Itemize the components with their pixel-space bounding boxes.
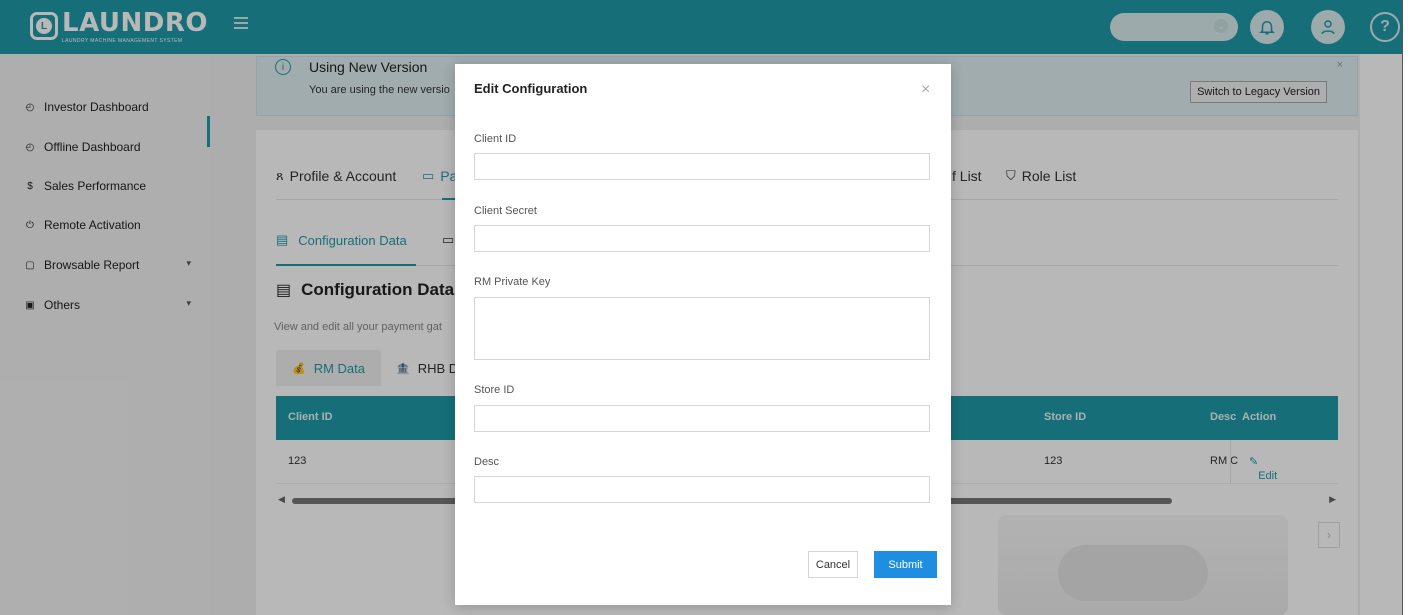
client-id-input[interactable] [474, 153, 930, 180]
client-secret-input[interactable] [474, 225, 930, 252]
store-id-label: Store ID [474, 384, 515, 396]
desc-label: Desc [474, 456, 500, 468]
cancel-button[interactable]: Cancel [808, 551, 858, 578]
window-edge [1402, 0, 1410, 615]
desc-input[interactable] [474, 476, 930, 503]
client-secret-label: Client Secret [474, 205, 537, 217]
dialog-title: Edit Configuration [474, 81, 588, 96]
close-icon[interactable]: × [921, 81, 930, 99]
rm-private-key-label: RM Private Key [474, 276, 551, 288]
rm-private-key-textarea[interactable] [474, 297, 930, 360]
store-id-input[interactable] [474, 405, 930, 432]
client-id-label: Client ID [474, 133, 517, 145]
edit-configuration-dialog: Edit Configuration × Client ID Client Se… [455, 64, 951, 605]
submit-button[interactable]: Submit [874, 551, 937, 578]
